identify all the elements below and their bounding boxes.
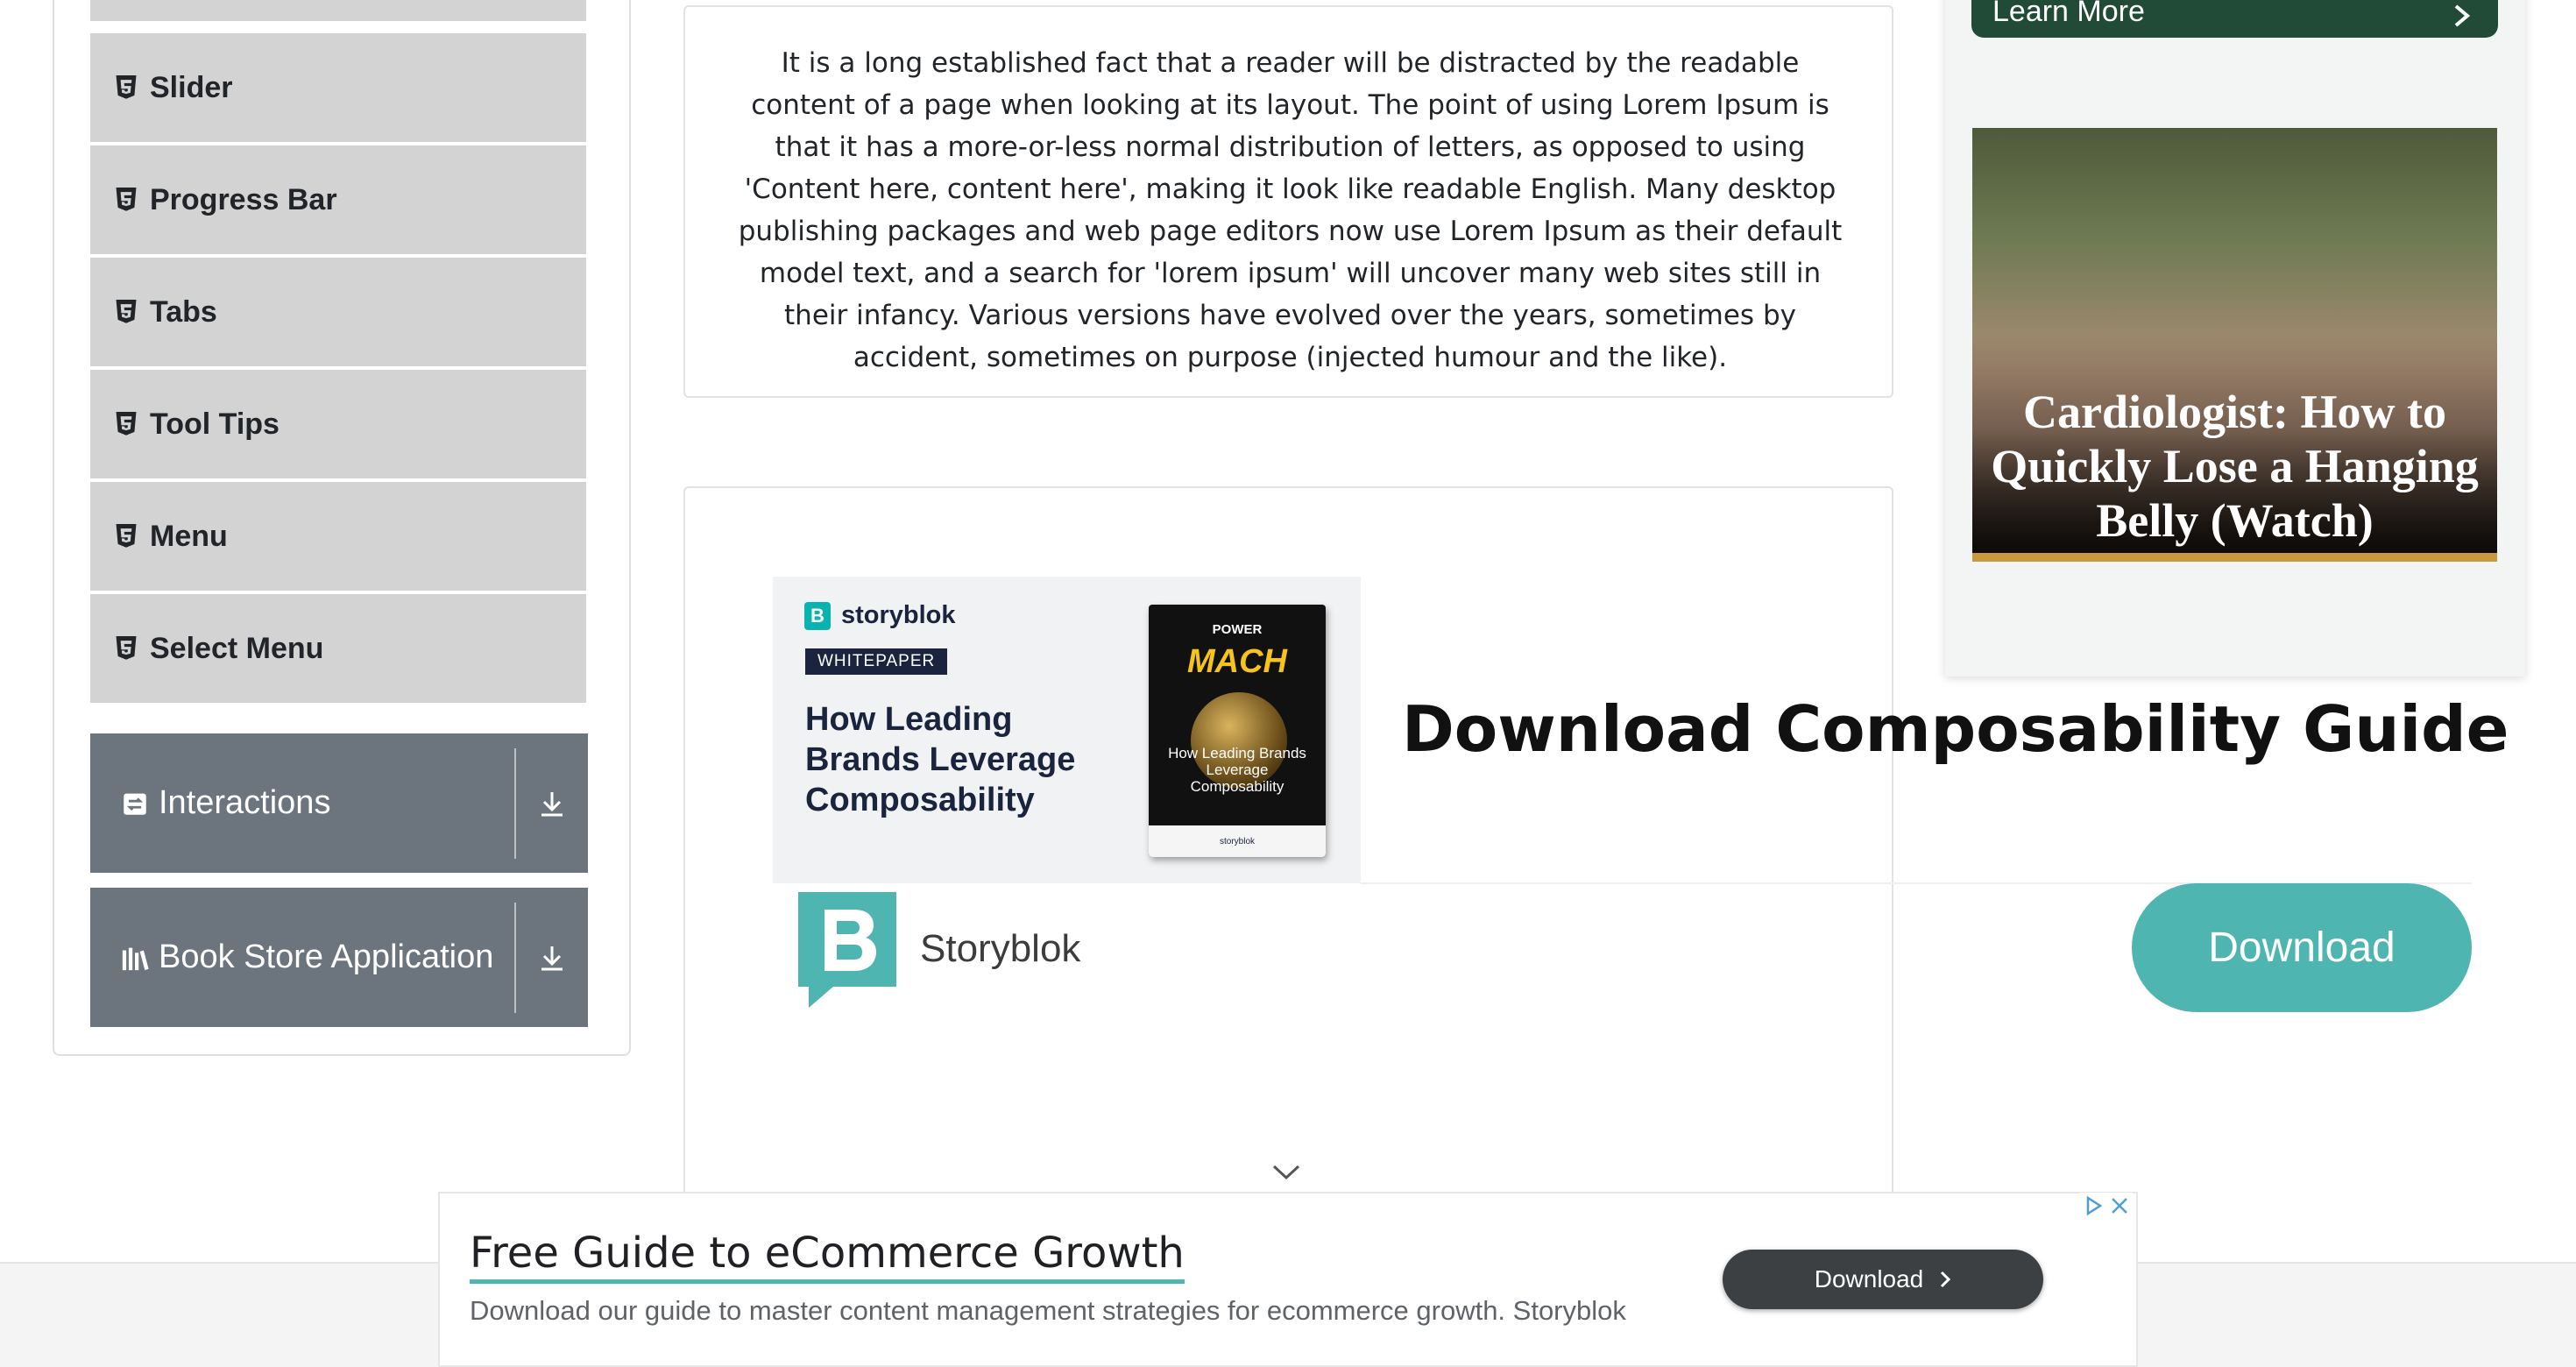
learn-more-button[interactable]: Learn More bbox=[1971, 0, 2498, 38]
bottom-download-label: Download bbox=[1814, 1265, 1924, 1293]
sidebar-item-label: Progress Bar bbox=[150, 182, 337, 216]
download-arrow-icon[interactable] bbox=[516, 789, 588, 818]
text-card: It is a long established fact that a rea… bbox=[683, 5, 1893, 398]
sidebar-item-label: Menu bbox=[150, 519, 228, 553]
sidebar-item-label: Slider bbox=[150, 70, 233, 104]
html5-icon bbox=[116, 412, 137, 436]
storyblok-logo-icon bbox=[798, 892, 896, 1008]
html5-icon bbox=[116, 188, 137, 211]
interactions-icon bbox=[124, 793, 146, 815]
sidebar-group-interactions[interactable]: Interactions bbox=[90, 733, 588, 873]
learn-more-label: Learn More bbox=[1992, 0, 2145, 28]
storyblok-logo: B storyblok bbox=[804, 601, 956, 630]
storyblok-b-icon: B bbox=[804, 601, 831, 630]
ad-headline: How Leading Brands Leverage Composabilit… bbox=[805, 701, 1076, 818]
group-divider bbox=[514, 747, 516, 859]
chevron-right-icon bbox=[2454, 4, 2471, 27]
chevron-down-icon[interactable] bbox=[1270, 1161, 1302, 1182]
book-cover: POWER MACH How Leading Brands Leverage C… bbox=[1149, 605, 1326, 857]
download-button[interactable]: Download bbox=[2132, 883, 2472, 1012]
download-arrow-icon[interactable] bbox=[516, 943, 588, 973]
sidebar-item-previous[interactable] bbox=[90, 0, 586, 21]
ad-caption: Cardiologist: How to Quickly Lose a Hang… bbox=[1991, 386, 2479, 547]
chevron-right-icon bbox=[1941, 1271, 1951, 1288]
bottom-ad-title[interactable]: Free Guide to eCommerce Growth bbox=[470, 1229, 1185, 1284]
html5-icon bbox=[116, 636, 137, 660]
sidebar-item-tabs[interactable]: Tabs bbox=[90, 258, 586, 366]
sidebar-item-label: Tool Tips bbox=[150, 407, 280, 441]
group-label: Interactions bbox=[159, 784, 331, 821]
whitepaper-badge: WHITEPAPER bbox=[805, 648, 948, 675]
lorem-paragraph: It is a long established fact that a rea… bbox=[738, 47, 1843, 373]
sidebar-item-menu[interactable]: Menu bbox=[90, 482, 586, 591]
bottom-ad-description: Download our guide to master content man… bbox=[470, 1295, 1626, 1326]
sidebar-item-select-menu[interactable]: Select Menu bbox=[90, 594, 586, 703]
group-label: Book Store Application bbox=[159, 938, 494, 975]
sidebar-item-label: Select Menu bbox=[150, 631, 324, 665]
caption-bar bbox=[1972, 553, 2497, 562]
sidebar-item-progress-bar[interactable]: Progress Bar bbox=[90, 145, 586, 254]
sidebar-item-slider[interactable]: Slider bbox=[90, 33, 586, 142]
adchoices-icon[interactable] bbox=[2080, 1193, 2106, 1219]
html5-icon bbox=[116, 524, 137, 548]
ad-photo[interactable]: Cardiologist: How to Quickly Lose a Hang… bbox=[1972, 128, 2497, 562]
sidebar-item-label: Tabs bbox=[150, 294, 217, 329]
group-divider bbox=[514, 902, 516, 1013]
storyblok-ad-image[interactable]: B storyblok WHITEPAPER How Leading Brand… bbox=[773, 577, 1361, 883]
ad-choices[interactable] bbox=[2080, 1193, 2136, 1219]
advertiser-name[interactable]: Storyblok bbox=[920, 927, 1080, 971]
sidebar-item-tool-tips[interactable]: Tool Tips bbox=[90, 370, 586, 478]
bottom-download-button[interactable]: Download bbox=[1723, 1250, 2043, 1309]
sidebar-group-book-store[interactable]: Book Store Application bbox=[90, 888, 588, 1027]
books-icon bbox=[122, 947, 149, 970]
ad-title[interactable]: Download Composability Guide bbox=[1402, 692, 2509, 766]
html5-icon bbox=[116, 75, 137, 99]
html5-icon bbox=[116, 300, 137, 323]
close-icon[interactable] bbox=[2106, 1193, 2133, 1219]
